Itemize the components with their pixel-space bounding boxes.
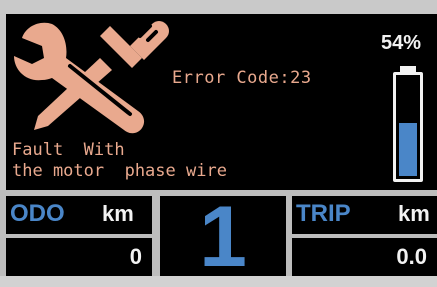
trip-unit: km bbox=[398, 201, 430, 226]
error-code-label: Error Code: bbox=[172, 68, 291, 88]
error-code-value: 23 bbox=[290, 68, 312, 88]
fault-panel: Error Code:23 Fault With the motor phase … bbox=[6, 14, 379, 190]
odo-value: 0 bbox=[129, 244, 142, 269]
error-code-text: Error Code:23 bbox=[172, 68, 312, 88]
odo-value-box: 0 bbox=[6, 238, 152, 276]
odo-header: ODO km bbox=[6, 196, 152, 234]
battery-percent: 54% bbox=[381, 32, 422, 54]
trip-label: TRIP bbox=[296, 200, 351, 227]
display-frame: Error Code:23 Fault With the motor phase … bbox=[0, 0, 437, 285]
gear-box: 1 bbox=[160, 189, 286, 285]
trip-header: TRIP km bbox=[292, 196, 437, 234]
fault-message-line-2: the motor phase wire bbox=[12, 161, 227, 181]
fault-message: Fault With the motor phase wire bbox=[12, 140, 227, 182]
battery-level-fill bbox=[399, 123, 417, 176]
wrench-screwdriver-icon bbox=[14, 21, 169, 134]
gear-level: 1 bbox=[199, 189, 247, 285]
trip-value: 0.0 bbox=[396, 244, 427, 269]
bottom-bar: ODO km 0 1 TRIP km 0.0 bbox=[0, 189, 437, 285]
battery-panel: 54% bbox=[379, 14, 437, 190]
odo-unit: km bbox=[102, 201, 134, 226]
trip-value-box: 0.0 bbox=[292, 238, 437, 276]
battery-icon bbox=[393, 72, 423, 182]
fault-message-line-1: Fault With bbox=[12, 140, 125, 160]
odo-label: ODO bbox=[10, 200, 65, 227]
